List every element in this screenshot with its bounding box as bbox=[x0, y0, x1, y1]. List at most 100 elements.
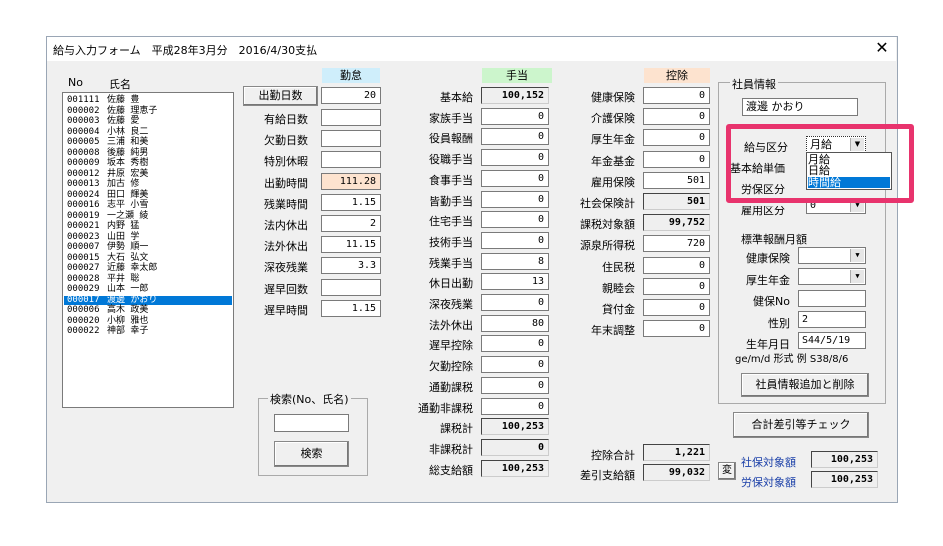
list-item[interactable]: 000028 平井 聡 bbox=[64, 273, 232, 284]
list-item[interactable]: 000029 山本 一郎 bbox=[64, 285, 232, 294]
list-item[interactable]: 000005 三浦 和美 bbox=[64, 138, 232, 147]
list-item[interactable]: 000007 伊勢 順一 bbox=[64, 243, 232, 252]
koujo-field[interactable]: 0 bbox=[643, 87, 710, 104]
teate-field[interactable]: 0 bbox=[481, 190, 549, 208]
teate-field[interactable]: 80 bbox=[481, 314, 549, 332]
kintai-field[interactable]: 2 bbox=[321, 215, 381, 232]
list-item[interactable]: 000009 坂本 秀樹 bbox=[64, 159, 232, 168]
list-item-name: 高木 政美 bbox=[107, 305, 149, 315]
list-item[interactable]: 000022 神部 幸子 bbox=[64, 327, 232, 336]
list-item[interactable]: 000013 加古 修 bbox=[64, 180, 232, 189]
search-button[interactable]: 検索 bbox=[274, 441, 349, 467]
koujo-label: 親睦会 bbox=[602, 281, 635, 295]
list-item-name: 伊勢 順一 bbox=[107, 242, 149, 252]
kintai-label: 法外休出 bbox=[264, 240, 308, 254]
list-item[interactable]: 000008 後藤 純男 bbox=[64, 147, 232, 158]
employee-name-field[interactable]: 渡邊 かおり bbox=[742, 98, 858, 116]
list-item[interactable]: 000006 高木 政美 bbox=[64, 306, 232, 315]
koujo-field[interactable]: 720 bbox=[643, 235, 710, 253]
chevron-down-icon[interactable]: ▼ bbox=[850, 249, 864, 262]
teate-field: 100,253 bbox=[481, 418, 549, 436]
koujo-field[interactable]: 0 bbox=[643, 129, 710, 147]
kintai-label: 欠勤日数 bbox=[264, 134, 308, 148]
kintai-field[interactable]: 111.28 bbox=[321, 172, 381, 190]
kosei-nenkin-select[interactable]: ▼ bbox=[798, 268, 866, 285]
list-item[interactable]: 000016 志平 小雪 bbox=[64, 201, 232, 210]
list-item[interactable]: 000004 小林 良二 bbox=[64, 127, 232, 137]
teate-field[interactable]: 0 bbox=[481, 335, 549, 353]
close-button[interactable]: ✕ bbox=[872, 38, 892, 57]
kintai-field[interactable]: 1.15 bbox=[321, 299, 381, 317]
list-item[interactable]: 000012 井原 宏美 bbox=[64, 169, 232, 179]
koujo-label: 源泉所得税 bbox=[580, 239, 635, 253]
list-item[interactable]: 000002 佐藤 理恵子 bbox=[64, 106, 232, 116]
list-item-no: 000017 bbox=[67, 294, 100, 305]
kintai-field[interactable] bbox=[321, 278, 381, 296]
list-item-no: 000029 bbox=[67, 284, 100, 294]
list-item[interactable]: 000021 内野 猛 bbox=[64, 222, 232, 231]
teate-label: 役員報酬 bbox=[429, 132, 473, 146]
teate-field[interactable]: 0 bbox=[481, 128, 549, 146]
list-item-no: 000008 bbox=[67, 147, 100, 158]
koujo-field[interactable]: 0 bbox=[643, 277, 710, 295]
koujo-field[interactable]: 0 bbox=[643, 320, 710, 338]
birthdate-field[interactable]: S44/5/19 bbox=[798, 332, 866, 349]
list-col-name: 氏名 bbox=[109, 78, 131, 91]
koujo-field[interactable]: 0 bbox=[643, 256, 710, 274]
kenko-hoken-select[interactable]: ▼ bbox=[798, 247, 866, 264]
kenko-hoken-label: 健康保険 bbox=[746, 252, 790, 265]
list-item[interactable]: 000017 渡邊 かおり bbox=[64, 294, 232, 305]
koujo-field: 501 bbox=[643, 193, 710, 210]
koujo-field[interactable]: 0 bbox=[643, 108, 710, 126]
teate-field[interactable]: 0 bbox=[481, 107, 549, 125]
teate-field[interactable]: 0 bbox=[481, 376, 549, 394]
search-input[interactable] bbox=[274, 414, 349, 432]
koujo-field[interactable]: 0 bbox=[643, 299, 710, 316]
list-item[interactable]: 000020 小柳 雅也 bbox=[64, 316, 232, 326]
teate-field[interactable]: 8 bbox=[481, 252, 549, 270]
list-item[interactable]: 000019 一之瀬 綾 bbox=[64, 211, 232, 221]
list-col-no: No bbox=[68, 76, 83, 89]
kenpo-no-field[interactable] bbox=[798, 290, 866, 307]
koujo-field: 99,752 bbox=[643, 214, 710, 232]
list-item-name: 佐藤 豊 bbox=[107, 95, 140, 105]
list-item[interactable]: 001111 佐藤 豊 bbox=[64, 96, 232, 105]
list-item[interactable]: 000027 近藤 幸太郎 bbox=[64, 264, 232, 273]
list-item-name: 平井 聡 bbox=[107, 273, 140, 284]
teate-label: 技術手当 bbox=[429, 235, 473, 249]
list-item-no: 000027 bbox=[67, 263, 100, 273]
kintai-field[interactable] bbox=[321, 130, 381, 148]
teate-field[interactable]: 0 bbox=[481, 397, 549, 415]
kintai-field[interactable]: 3.3 bbox=[321, 257, 381, 275]
shukkin-days-field[interactable]: 20 bbox=[321, 87, 381, 104]
change-button[interactable]: 変 bbox=[718, 462, 736, 480]
koujo-field[interactable]: 501 bbox=[643, 171, 710, 189]
teate-field[interactable]: 13 bbox=[481, 273, 549, 291]
kintai-label: 特別休暇 bbox=[264, 155, 308, 169]
shukkin-days-button[interactable]: 出勤日数 bbox=[243, 86, 318, 106]
kintai-field[interactable]: 11.15 bbox=[321, 236, 381, 254]
koujo-field[interactable]: 0 bbox=[643, 150, 710, 168]
teate-field[interactable]: 0 bbox=[481, 169, 549, 187]
teate-field[interactable]: 0 bbox=[481, 149, 549, 167]
teate-field[interactable]: 0 bbox=[481, 294, 549, 311]
seibetsu-field[interactable]: 2 bbox=[798, 311, 866, 328]
total-check-button[interactable]: 合計差引等チェック bbox=[733, 412, 869, 438]
employee-add-delete-button[interactable]: 社員情報追加と削除 bbox=[741, 373, 869, 397]
chevron-down-icon[interactable]: ▼ bbox=[850, 270, 864, 283]
teate-field[interactable]: 0 bbox=[481, 211, 549, 229]
list-item[interactable]: 000015 大石 弘文 bbox=[64, 253, 232, 263]
teate-field[interactable]: 0 bbox=[481, 356, 549, 374]
teate-field[interactable]: 0 bbox=[481, 231, 549, 249]
list-item[interactable]: 000003 佐藤 愛 bbox=[64, 117, 232, 126]
list-item[interactable]: 000023 山田 学 bbox=[64, 231, 232, 242]
rouho-taisho-field: 100,253 bbox=[811, 471, 878, 488]
kintai-field[interactable]: 1.15 bbox=[321, 193, 381, 211]
list-item-no: 000023 bbox=[67, 231, 100, 242]
employee-listbox[interactable]: 001111 佐藤 豊 000002 佐藤 理恵子 000003 佐藤 愛 000004 小林… bbox=[62, 92, 234, 408]
list-item[interactable]: 000024 田口 輝美 bbox=[64, 190, 232, 200]
kintai-field[interactable] bbox=[321, 109, 381, 126]
teate-label: 役職手当 bbox=[429, 153, 473, 167]
kintai-field[interactable] bbox=[321, 151, 381, 169]
list-item-name: 内野 猛 bbox=[107, 221, 140, 231]
